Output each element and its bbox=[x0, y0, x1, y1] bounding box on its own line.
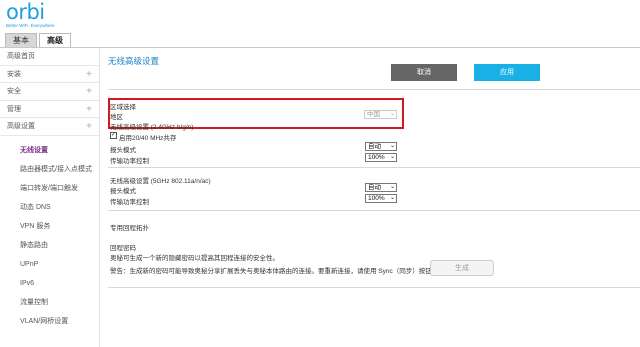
chevron-down-icon: ⌄ bbox=[389, 111, 395, 117]
backhaul-warning: 警告：生成新的密码可能导致奥秘分享扩展丢失与奥秘本体路由的连接。要重新连接，请使… bbox=[110, 268, 439, 275]
submenu-traffic-control[interactable]: 流量控制 bbox=[0, 293, 99, 312]
cancel-button[interactable]: 取消 bbox=[391, 64, 457, 81]
sidebar-item-administration[interactable]: 管理 + bbox=[0, 101, 99, 118]
submenu-vpn-service[interactable]: VPN 服务 bbox=[0, 217, 99, 236]
sidebar-item-label: 高级首页 bbox=[7, 53, 35, 60]
backhaul-heading: 专用回程拓扑 bbox=[110, 225, 149, 232]
power5-value: 100% bbox=[368, 195, 385, 202]
power5-select[interactable]: 100% ⌄ bbox=[365, 194, 397, 203]
expand-plus-icon[interactable]: + bbox=[86, 118, 92, 135]
apply-button[interactable]: 应用 bbox=[474, 64, 540, 81]
region-heading: 区域选择 bbox=[110, 104, 136, 111]
divider bbox=[108, 210, 640, 211]
preamble-value: 自动 bbox=[368, 143, 381, 150]
logo-text: orbi bbox=[6, 0, 45, 24]
chevron-down-icon: ⌄ bbox=[389, 154, 395, 160]
orbi-logo: orbi Better WiFi. Everywhere bbox=[6, 0, 55, 29]
power-select[interactable]: 100% ⌄ bbox=[365, 153, 397, 162]
chevron-down-icon: ⌄ bbox=[389, 184, 395, 190]
preamble5-label: 报头模式 bbox=[110, 188, 136, 195]
divider bbox=[108, 167, 640, 168]
preamble-select[interactable]: 自动 ⌄ bbox=[365, 142, 397, 151]
power5-label: 传输功率控制 bbox=[110, 199, 149, 206]
sidebar-item-label: 管理 bbox=[7, 105, 21, 113]
tab-advanced[interactable]: 高级 bbox=[39, 33, 71, 47]
expand-plus-icon[interactable]: + bbox=[86, 66, 92, 83]
region-value: 中国 bbox=[367, 111, 380, 118]
mode-tabs: 基本 高级 bbox=[5, 33, 73, 47]
sidebar-item-label: 安全 bbox=[7, 88, 21, 95]
adv5-heading: 无线高级设置 (5GHz 802.11a/n/ac) bbox=[110, 178, 211, 185]
submenu-port-forwarding[interactable]: 端口转发/端口触发 bbox=[0, 179, 99, 198]
backhaul-password-heading: 回程密码 bbox=[110, 245, 136, 252]
divider bbox=[108, 89, 640, 90]
expand-plus-icon[interactable]: + bbox=[86, 101, 92, 118]
region-label: 地区 bbox=[110, 114, 123, 121]
sidebar-item-advanced-setup[interactable]: 高级设置 + bbox=[0, 118, 99, 136]
chevron-down-icon: ⌄ bbox=[389, 195, 395, 201]
submenu-wireless-settings[interactable]: 无线设置 bbox=[0, 141, 99, 160]
power-value: 100% bbox=[368, 154, 385, 161]
preamble-label: 报头模式 bbox=[110, 147, 136, 154]
submenu-router-ap-mode[interactable]: 路由器模式/接入点模式 bbox=[0, 160, 99, 179]
chevron-down-icon: ⌄ bbox=[389, 143, 395, 149]
submenu-dynamic-dns[interactable]: 动态 DNS bbox=[0, 198, 99, 217]
submenu-ipv6[interactable]: IPv6 bbox=[0, 274, 99, 293]
sidebar-item-advanced-home[interactable]: 高级首页 bbox=[0, 48, 99, 66]
sidebar: 高级首页 安装 + 安全 + 管理 + 高级设置 + 无线设置 路由器模式/接入… bbox=[0, 48, 100, 347]
coexist-checkbox[interactable]: ✓ bbox=[110, 132, 117, 139]
submenu-upnp[interactable]: UPnP bbox=[0, 255, 99, 274]
advanced-setup-submenu: 无线设置 路由器模式/接入点模式 端口转发/端口触发 动态 DNS VPN 服务… bbox=[0, 136, 99, 331]
coexist-label: 启用20/40 MHz共存 bbox=[119, 135, 177, 142]
page-title: 无线高级设置 bbox=[108, 56, 160, 66]
sidebar-item-security[interactable]: 安全 + bbox=[0, 83, 99, 101]
submenu-vlan-bridge[interactable]: VLAN/网桥设置 bbox=[0, 312, 99, 331]
sidebar-item-label: 安装 bbox=[7, 70, 21, 78]
backhaul-description: 奥秘可生成一个新的隐藏密码以提高其回程连接的安全性。 bbox=[110, 255, 279, 262]
expand-plus-icon[interactable]: + bbox=[86, 83, 92, 100]
generate-button[interactable]: 生成 bbox=[430, 260, 494, 276]
region-select: 中国 ⌄ bbox=[364, 110, 397, 119]
submenu-static-routes[interactable]: 静态路由 bbox=[0, 236, 99, 255]
sidebar-item-setup[interactable]: 安装 + bbox=[0, 66, 99, 83]
sidebar-item-label: 高级设置 bbox=[7, 123, 35, 130]
adv24-heading: 无线高级设置 (2.4GHz b/g/n) bbox=[110, 124, 194, 131]
divider bbox=[108, 287, 640, 288]
logo-tagline: Better WiFi. Everywhere bbox=[6, 23, 55, 28]
preamble5-value: 自动 bbox=[368, 184, 381, 191]
preamble5-select[interactable]: 自动 ⌄ bbox=[365, 183, 397, 192]
power-label: 传输功率控制 bbox=[110, 158, 149, 165]
tab-basic[interactable]: 基本 bbox=[5, 33, 37, 47]
